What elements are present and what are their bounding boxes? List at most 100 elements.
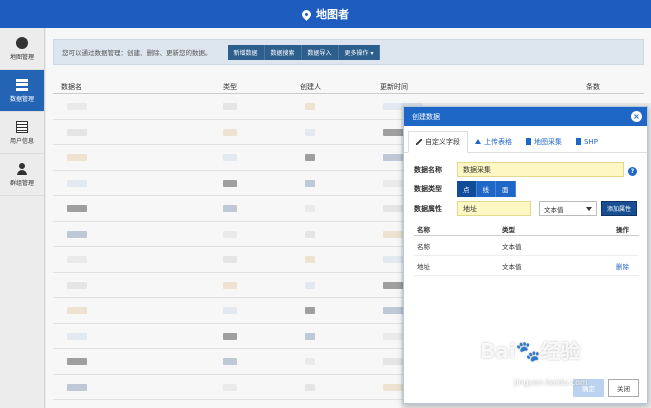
tab-label: 自定义字段 <box>425 138 460 146</box>
obscured-cell <box>223 256 237 263</box>
name-row: 数据名称 数据采集 <box>414 162 624 177</box>
obscured-cell <box>305 179 315 187</box>
attr-name-cell: 名称 <box>417 242 430 251</box>
delete-link[interactable]: 删除 <box>616 261 629 271</box>
obscured-cell <box>305 358 315 365</box>
help-icon[interactable]: ? <box>628 167 637 176</box>
top-bar: 地图者 <box>0 0 651 28</box>
obscured-cell <box>223 179 237 187</box>
tab-label: 上传表格 <box>484 137 512 146</box>
app-title: 地图者 <box>316 8 349 21</box>
create-data-modal: 创建数据 × 自定义字段 上传表格 地图采集 SHP 数据名称 数据采集 ? 数… <box>403 106 648 404</box>
obscured-cell <box>223 205 237 212</box>
database-icon <box>16 78 28 91</box>
attr-name-input[interactable]: 地址 <box>457 201 531 216</box>
add-data-button[interactable]: 新增数据 <box>227 44 265 60</box>
column-header[interactable]: 数据名 <box>61 82 82 92</box>
attr-type-cell: 文本值 <box>502 242 522 251</box>
attr-label: 数据属性 <box>414 204 442 213</box>
obscured-cell <box>305 281 315 289</box>
file-icon <box>526 138 531 145</box>
table-row: 名称 文本值 <box>414 236 639 256</box>
type-polygon-button[interactable]: 面 <box>496 181 516 197</box>
obscured-cell <box>67 281 87 289</box>
search-data-button[interactable]: 数据搜索 <box>264 44 302 60</box>
obscured-cell <box>223 103 237 110</box>
sidebar-item-user-info[interactable]: 用户信息 <box>0 112 44 154</box>
sidebar-item-map[interactable]: 地图管理 <box>0 28 44 70</box>
type-point-button[interactable]: 点 <box>457 181 477 197</box>
sidebar: 地图管理 数据管理 用户信息 群组管理 <box>0 28 45 408</box>
obscured-cell <box>223 281 237 289</box>
column-header: 名称 <box>417 226 430 234</box>
column-header: 操作 <box>616 226 629 234</box>
close-icon[interactable]: × <box>631 111 642 122</box>
document-icon <box>16 120 28 133</box>
obscured-cell <box>67 154 87 161</box>
obscured-cell <box>305 205 315 212</box>
obscured-cell <box>67 128 87 136</box>
tab-custom-fields[interactable]: 自定义字段 <box>408 131 468 153</box>
add-attribute-button[interactable]: 添加属性 <box>601 201 638 216</box>
file-icon <box>576 138 581 145</box>
obscured-cell <box>305 307 315 314</box>
attr-type-cell: 文本值 <box>502 262 522 271</box>
obscured-cell <box>67 230 87 238</box>
table-header: 数据名 类型 创建人 更新时间 条数 <box>53 80 644 94</box>
attr-type-select[interactable]: 文本值 <box>539 201 597 216</box>
attribute-table: 名称 类型 操作 名称 文本值 地址 文本值 删除 <box>414 223 639 276</box>
tab-map-collect[interactable]: 地图采集 <box>519 131 569 152</box>
info-bar: 您可以通过数据管理：创建、删除、更新您的数据。 新增数据 数据搜索 数据导入 更… <box>53 39 644 65</box>
column-header[interactable]: 创建人 <box>300 82 321 92</box>
obscured-cell <box>223 332 237 340</box>
name-label: 数据名称 <box>414 165 442 174</box>
import-data-button[interactable]: 数据导入 <box>301 44 339 60</box>
obscured-cell <box>67 256 87 263</box>
modal-title: 创建数据 <box>412 112 440 121</box>
attribute-table-header: 名称 类型 操作 <box>414 223 639 236</box>
obscured-cell <box>305 128 315 136</box>
obscured-cell <box>223 383 237 391</box>
type-label: 数据类型 <box>414 185 442 193</box>
column-header: 类型 <box>502 226 515 234</box>
obscured-cell <box>67 307 87 314</box>
obscured-cell <box>223 307 237 314</box>
sidebar-item-group[interactable]: 群组管理 <box>0 154 44 196</box>
obscured-cell <box>67 179 87 187</box>
more-actions-button[interactable]: 更多操作 ▾ <box>338 44 381 60</box>
tab-upload-table[interactable]: 上传表格 <box>468 131 519 152</box>
chevron-down-icon <box>586 206 592 211</box>
globe-icon <box>16 36 28 49</box>
tab-label: 地图采集 <box>534 137 562 146</box>
tab-label: SHP <box>584 137 598 146</box>
data-type-segmented: 点 线 面 <box>457 181 516 197</box>
pencil-icon <box>416 139 422 145</box>
obscured-cell <box>305 256 315 263</box>
sidebar-item-data[interactable]: 数据管理 <box>0 70 44 112</box>
column-header[interactable]: 更新时间 <box>380 82 408 92</box>
obscured-cell <box>305 332 315 340</box>
obscured-cell <box>305 383 315 391</box>
obscured-cell <box>67 205 87 212</box>
obscured-cell <box>223 230 237 238</box>
sidebar-item-label: 数据管理 <box>9 95 34 103</box>
obscured-cell <box>67 358 87 365</box>
column-header[interactable]: 条数 <box>586 82 600 92</box>
obscured-cell <box>67 383 87 391</box>
toolbar: 新增数据 数据搜索 数据导入 更多操作 ▾ <box>227 44 381 60</box>
map-pin-icon <box>300 7 313 21</box>
table-row: 地址 文本值 删除 <box>414 256 639 276</box>
obscured-cell <box>67 103 87 110</box>
tab-shp[interactable]: SHP <box>569 131 605 152</box>
data-name-input[interactable]: 数据采集 <box>457 162 624 177</box>
obscured-cell <box>305 230 315 238</box>
obscured-cell <box>305 154 315 161</box>
sidebar-item-label: 用户信息 <box>9 137 34 145</box>
type-line-button[interactable]: 线 <box>476 181 496 197</box>
user-icon <box>16 162 28 175</box>
type-row: 数据类型 点 线 面 <box>414 181 516 197</box>
close-button[interactable]: 关闭 <box>608 379 639 397</box>
attr-type-value: 文本值 <box>544 205 564 214</box>
attr-row: 数据属性 地址 文本值 添加属性 <box>414 201 638 216</box>
column-header[interactable]: 类型 <box>223 82 237 92</box>
